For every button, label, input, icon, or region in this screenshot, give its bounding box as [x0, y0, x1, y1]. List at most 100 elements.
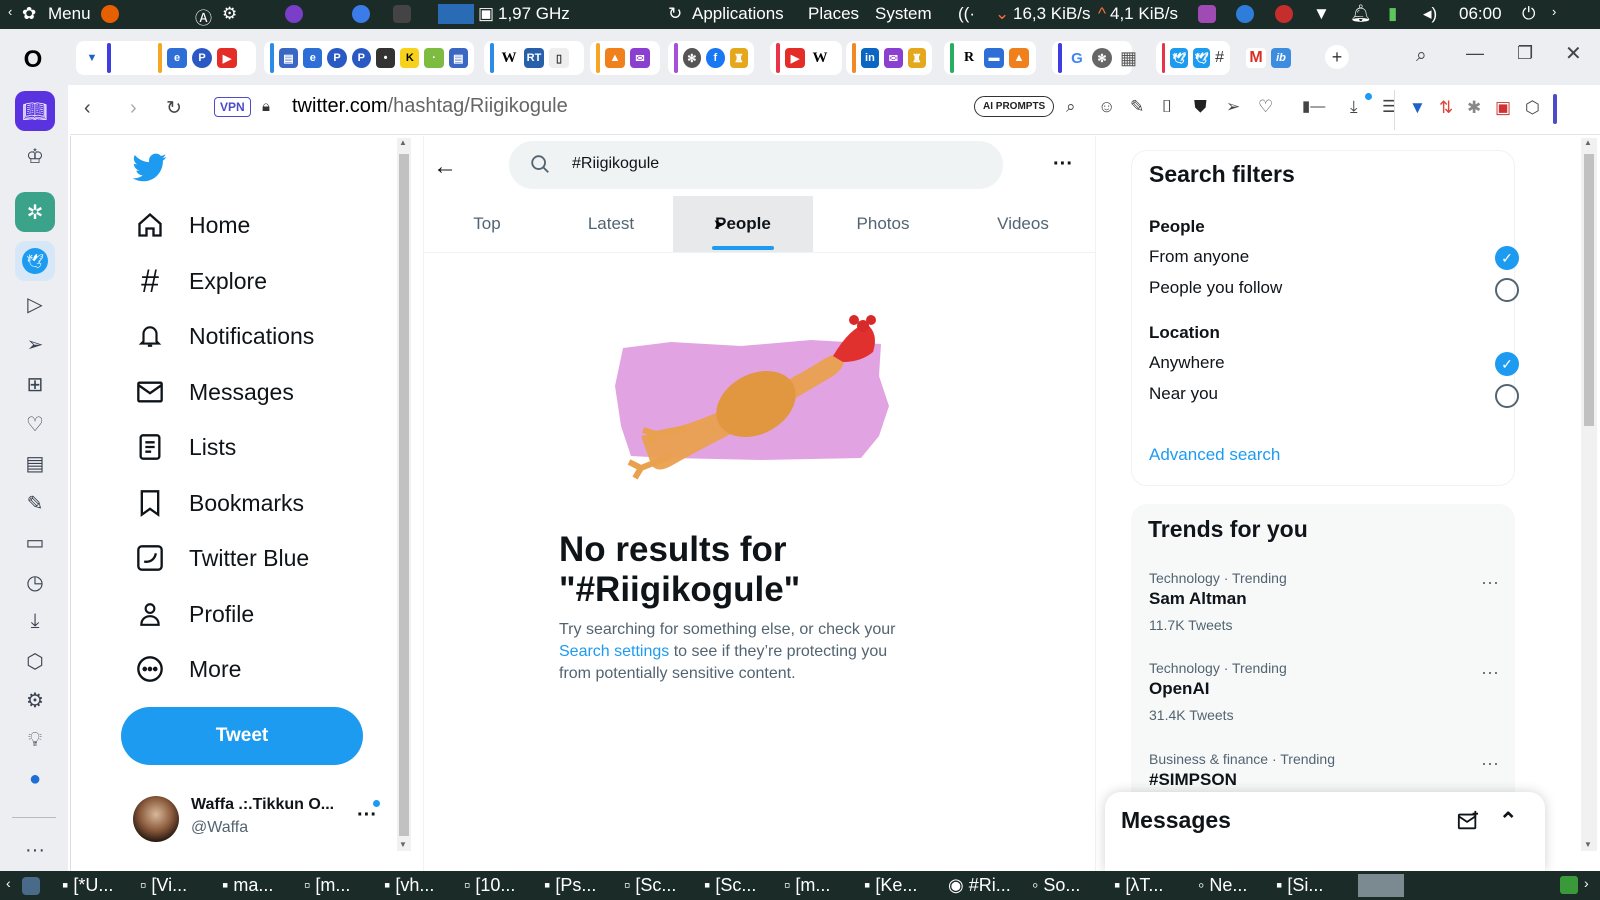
opera-icon[interactable] — [352, 5, 370, 23]
scroll-down-arrow-icon[interactable]: ▼ — [399, 840, 407, 849]
scroll-down-arrow-icon[interactable]: ▼ — [1584, 840, 1592, 849]
twitter-tab-icon[interactable]: 🕊︎ — [1170, 48, 1188, 68]
tab-group-4[interactable]: W RT ▯ — [484, 41, 584, 75]
tab-favicon-k[interactable]: K — [400, 48, 420, 68]
tab-group-7[interactable]: ▶ W — [770, 41, 842, 75]
metamask-icon[interactable]: ▲ — [605, 48, 625, 68]
back-arrow-icon[interactable]: ← — [433, 153, 457, 181]
taskbar-item[interactable]: ▪ [*U... — [62, 875, 113, 896]
taskbar-item[interactable]: ▪ [Ke... — [864, 875, 917, 896]
lock-icon[interactable]: 🔒︎ — [262, 98, 270, 115]
edit-icon[interactable]: ✎ — [22, 490, 48, 516]
advanced-search-link[interactable]: Advanced search — [1149, 445, 1280, 465]
trend-item[interactable]: Technology · Trending Sam Altman 11.7K T… — [1149, 570, 1499, 633]
power-icon[interactable]: ⏻ — [1522, 4, 1535, 24]
settings-gears-icon[interactable]: ⚙ — [222, 4, 237, 24]
chevron-left-icon[interactable]: ‹ — [8, 4, 12, 19]
trend-item[interactable]: Technology · Trending OpenAI 31.4K Tweet… — [1149, 660, 1499, 723]
terminal-icon[interactable] — [393, 5, 411, 23]
tab-favicon-icon[interactable]: ▤ — [448, 48, 468, 68]
tab-favicon-icon[interactable]: ♜ — [729, 48, 748, 68]
apps-grid-icon[interactable]: ⊞ — [22, 371, 48, 397]
menu-button[interactable]: Menu — [48, 4, 91, 24]
tab-photos[interactable]: Photos — [813, 196, 953, 252]
trash-icon[interactable] — [1560, 876, 1578, 894]
send-icon[interactable]: ➢ — [22, 331, 48, 357]
tab-favicon-icon[interactable]: P — [192, 48, 212, 68]
heart-outline-icon[interactable]: ♡ — [1258, 97, 1273, 117]
tab-favicon-icon[interactable]: ib — [1271, 48, 1291, 68]
new-tab-button[interactable]: + — [1325, 45, 1349, 69]
nav-messages[interactable]: Messages — [135, 377, 294, 407]
extension-icon[interactable]: ⇅ — [1439, 98, 1453, 118]
filter-from-anyone[interactable]: From anyone ✓ — [1149, 246, 1519, 270]
tray-notification-icon[interactable] — [1236, 5, 1254, 23]
search-tabs-icon[interactable]: ⌕ — [1416, 45, 1427, 67]
history-icon[interactable]: ◷ — [22, 569, 48, 595]
unchecked-radio-icon[interactable] — [1495, 384, 1519, 408]
twitter-sidebar-icon[interactable]: 🕊︎ — [15, 241, 55, 281]
tabs-grid-icon[interactable]: ▦ — [1120, 48, 1137, 69]
battery-saver-icon[interactable]: ▮— — [1302, 97, 1325, 115]
chatgpt-icon[interactable]: ✲ — [15, 192, 55, 232]
tab-favicon-icon[interactable]: e — [167, 48, 187, 68]
forward-arrow-icon[interactable]: › — [130, 97, 137, 120]
tab-group-5[interactable]: ▲ ✉ — [590, 41, 660, 75]
show-desktop-icon[interactable] — [22, 877, 40, 895]
tab-group-3[interactable]: ▤ e P P • K · ▤ — [264, 41, 474, 75]
filter-people-you-follow[interactable]: People you follow — [1149, 278, 1519, 302]
opera-logo-icon[interactable]: O — [20, 46, 46, 73]
volume-icon[interactable]: ◂) — [1423, 4, 1437, 24]
tab-favicon-icon[interactable]: ▼ — [82, 48, 102, 68]
taskbar-item[interactable]: ◦ So... — [1032, 875, 1080, 896]
tab-group-2[interactable]: e P ▶ — [152, 41, 256, 75]
url-field[interactable]: twitter.com/hashtag/Riigikogule — [292, 95, 568, 118]
nav-explore[interactable]: # Explore — [135, 263, 267, 299]
bell-tray-icon[interactable]: 🔔︎ — [1350, 4, 1372, 24]
right-scrollbar-thumb[interactable] — [1584, 154, 1594, 426]
cube-icon[interactable]: ⬡ — [22, 648, 48, 674]
search-input[interactable]: #Riigikogule — [572, 155, 659, 173]
tab-group-9[interactable]: R ▬ ▲ — [944, 41, 1036, 75]
tab-favicon-icon[interactable]: e — [303, 48, 323, 68]
back-arrow-icon[interactable]: ‹ — [84, 97, 91, 120]
tab-group-active[interactable]: 🕊︎ 🕊︎ # — [1156, 41, 1230, 75]
trend-more-icon[interactable]: ··· — [1481, 572, 1499, 593]
extension-icon[interactable]: ▼ — [1409, 98, 1426, 118]
trend-more-icon[interactable]: ··· — [1481, 753, 1499, 774]
youtube-icon[interactable]: ▶ — [785, 48, 805, 68]
send-arrow-icon[interactable]: ➢ — [1226, 97, 1240, 117]
tab-favicon-icon[interactable]: P — [327, 48, 347, 68]
tab-group-6[interactable]: ✻ f ♜ — [668, 41, 754, 75]
puzzle-extension-icon[interactable]: ✱ — [1467, 98, 1481, 118]
download-icon[interactable]: ⤓ — [1350, 97, 1358, 117]
unchecked-radio-icon[interactable] — [1495, 278, 1519, 302]
pencil-icon[interactable]: ✎ — [1130, 97, 1144, 117]
taskbar-item-active[interactable]: ◉ #Ri... — [948, 875, 1011, 896]
tab-favicon-rt[interactable]: RT — [524, 48, 544, 68]
new-message-icon[interactable] — [1457, 810, 1479, 837]
mail-icon[interactable]: ✉ — [884, 48, 903, 68]
chat-bubble-icon[interactable]: ● — [22, 766, 48, 792]
tweet-button[interactable]: Tweet — [121, 707, 363, 765]
tab-favicon-icon[interactable]: ▤ — [278, 48, 299, 68]
search-more-icon[interactable]: ··· — [1053, 153, 1073, 176]
player-icon[interactable]: ▷ — [22, 291, 48, 317]
taskbar-item[interactable]: ▫ [10... — [464, 875, 515, 896]
taskbar-item[interactable]: ◦ Ne... — [1198, 875, 1247, 896]
tray-record-icon[interactable] — [1275, 5, 1293, 23]
nav-profile[interactable]: Profile — [135, 599, 254, 629]
lens-icon[interactable]: ⌕ — [1066, 97, 1076, 117]
clock[interactable]: 06:00 — [1459, 4, 1502, 24]
chevron-right-icon[interactable]: › — [1584, 875, 1589, 891]
tab-favicon-icon[interactable]: • — [375, 48, 396, 68]
tray-app-icon[interactable] — [1198, 5, 1216, 23]
twitter-logo-icon[interactable] — [132, 150, 167, 184]
metamask-icon[interactable]: ▲ — [1009, 48, 1029, 68]
system-menu[interactable]: System — [875, 4, 932, 24]
linkedin-icon[interactable]: in — [860, 48, 880, 68]
tab-latest[interactable]: Latest — [549, 196, 673, 252]
filter-anywhere[interactable]: Anywhere ✓ — [1149, 352, 1519, 376]
messages-drawer[interactable]: Messages ⌃ — [1105, 792, 1545, 871]
facebook-icon[interactable]: f — [706, 48, 725, 68]
